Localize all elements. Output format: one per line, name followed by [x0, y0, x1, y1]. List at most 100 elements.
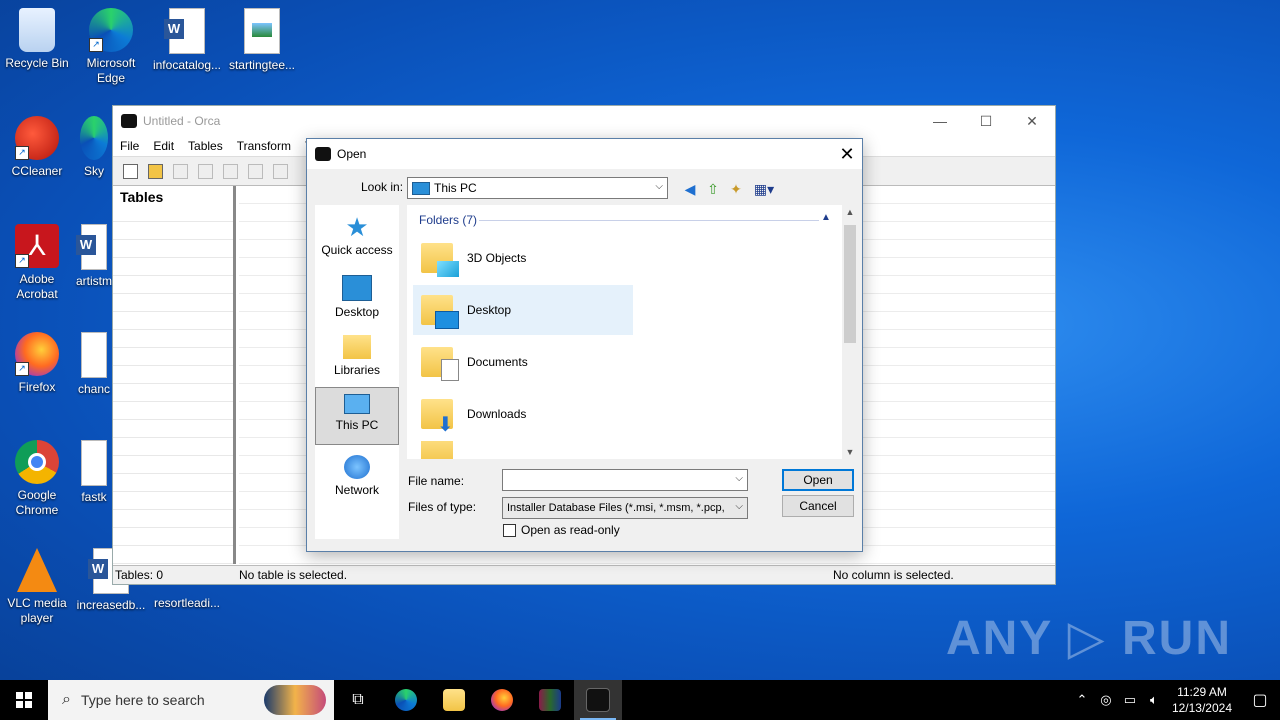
taskbar-search-box[interactable]: ⌕ Type here to search [48, 680, 334, 720]
cut-icon[interactable] [198, 163, 213, 179]
desktop-icon-chrome[interactable]: Google Chrome [0, 440, 74, 518]
back-icon[interactable]: ◀ [681, 180, 699, 198]
shortcut-arrow-icon: ↗ [89, 38, 103, 52]
file-list-scrollbar[interactable]: ▲ ▼ [842, 205, 858, 459]
network-icon [344, 455, 370, 479]
edge-icon [395, 689, 417, 711]
copy-icon[interactable] [223, 163, 238, 179]
place-quick-access[interactable]: ★ Quick access [315, 214, 399, 257]
computer-icon [344, 394, 370, 414]
place-network[interactable]: Network [315, 455, 399, 497]
close-icon: ✕ [839, 144, 855, 164]
open-button[interactable]: Open [782, 469, 854, 491]
desktop-icon-artistm[interactable]: W artistm [74, 224, 114, 289]
scroll-thumb[interactable] [844, 225, 856, 343]
save-icon[interactable] [173, 163, 188, 179]
new-icon[interactable] [123, 163, 138, 179]
word-document-icon: W [164, 8, 205, 54]
desktop-icon-label: artistm [76, 274, 112, 288]
desktop-icon-firefox[interactable]: ↗ Firefox [0, 332, 74, 395]
menu-transform[interactable]: Transform [237, 139, 291, 153]
desktop-icon-label: CCleaner [11, 164, 63, 178]
scroll-down-icon[interactable]: ▼ [842, 447, 858, 457]
look-in-combo[interactable]: This PC ⌵ [407, 177, 668, 199]
notification-icon[interactable]: ▢ [1240, 690, 1280, 710]
place-libraries[interactable]: Libraries [315, 335, 399, 377]
folder-item-partial[interactable] [413, 441, 633, 459]
chevron-up-icon[interactable]: ▲ [821, 212, 831, 223]
start-button[interactable] [0, 680, 48, 720]
open-read-only-checkbox[interactable]: Open as read-only [503, 523, 620, 537]
recycle-bin-icon [19, 8, 55, 52]
menu-tables[interactable]: Tables [188, 139, 223, 153]
tables-pane[interactable]: Tables [113, 186, 236, 564]
folder-3d-objects-icon [421, 243, 459, 277]
volume-icon[interactable]: 🔈︎ [1142, 692, 1166, 708]
tools-icon[interactable] [273, 163, 288, 179]
image-file-icon [81, 440, 107, 486]
edge-icon: ↗ [89, 8, 133, 52]
desktop-icon-chanc[interactable]: chanc [74, 332, 114, 397]
desktop-icon-fastk[interactable]: fastk [74, 440, 114, 505]
taskbar-edge[interactable] [382, 680, 430, 720]
desktop-icon-edge[interactable]: ↗ Microsoft Edge [74, 8, 148, 86]
desktop-icon-startingtee[interactable]: startingtee... [225, 8, 299, 73]
system-tray: ⌃ ◎ ▭ 🔈︎ 11:29 AM 12/13/2024 ▢ [1070, 680, 1280, 720]
dialog-close-button[interactable]: ✕ [832, 139, 862, 169]
meet-now-icon[interactable]: ◎ [1094, 692, 1118, 708]
minimize-button[interactable]: — [917, 106, 963, 136]
folder-item-documents[interactable]: Documents [413, 337, 633, 387]
chevron-down-icon[interactable]: ⌵ [735, 473, 743, 484]
files-of-type-select[interactable]: Installer Database Files (*.msi, *.msm, … [502, 497, 748, 519]
desktop-icon-vlc[interactable]: VLC media player [0, 548, 74, 626]
desktop-icon-acrobat[interactable]: ⅄ ↗ Adobe Acrobat [0, 224, 74, 302]
search-icon: ⌕ [62, 691, 71, 708]
clock[interactable]: 11:29 AM 12/13/2024 [1172, 684, 1232, 716]
desktop-icon-ccleaner[interactable]: ↗ CCleaner [0, 116, 74, 179]
cancel-button[interactable]: Cancel [782, 495, 854, 517]
file-name-input[interactable]: ⌵ [502, 469, 748, 491]
desktop-icon-infocatalog[interactable]: W infocatalog... [150, 8, 224, 73]
task-view-button[interactable]: ⧉ [334, 680, 382, 720]
up-folder-icon[interactable]: ⇧ [704, 180, 722, 198]
folder-item-desktop[interactable]: Desktop [413, 285, 633, 335]
desktop-icon-label: Microsoft Edge [86, 56, 136, 85]
close-button[interactable]: ✕ [1009, 106, 1055, 136]
menu-file[interactable]: File [120, 139, 139, 153]
orca-titlebar[interactable]: Untitled - Orca [113, 106, 1055, 136]
desktop-icon-label: Adobe Acrobat [16, 272, 58, 301]
desktop-icon-recycle-bin[interactable]: Recycle Bin [0, 8, 74, 71]
chevron-down-icon[interactable]: ⌵ [735, 501, 743, 512]
desktop-icon-sky[interactable]: Sky [74, 116, 114, 179]
taskbar-firefox[interactable] [478, 680, 526, 720]
search-highlight-image [264, 685, 326, 715]
chevron-up-icon[interactable]: ⌃ [1070, 692, 1094, 708]
clock-date: 12/13/2024 [1171, 701, 1232, 715]
desktop-icon-label: Google Chrome [15, 488, 59, 517]
taskbar-orca[interactable] [574, 680, 622, 720]
desktop-icon-label: Firefox [18, 380, 56, 394]
file-list[interactable]: Folders (7) ▲ 3D Objects Desktop Documen… [407, 205, 843, 459]
folder-icon [421, 441, 453, 459]
open-folder-icon[interactable] [148, 163, 163, 179]
folder-item-downloads[interactable]: ⬇ Downloads [413, 389, 633, 439]
maximize-button[interactable]: ☐ [963, 106, 1009, 136]
close-icon: ✕ [1026, 113, 1038, 129]
status-tables-count: Tables: 0 [115, 568, 164, 582]
place-desktop[interactable]: Desktop [315, 275, 399, 319]
new-folder-icon[interactable]: ✦ [727, 180, 745, 198]
taskbar-file-explorer[interactable] [430, 680, 478, 720]
view-menu-icon[interactable]: ▦▾ [751, 180, 777, 198]
scroll-up-icon[interactable]: ▲ [842, 207, 858, 217]
orca-title: Untitled - Orca [143, 114, 221, 128]
taskbar-winrar[interactable] [526, 680, 574, 720]
checkbox-box[interactable] [503, 523, 516, 537]
menu-edit[interactable]: Edit [153, 139, 174, 153]
paste-icon[interactable] [248, 163, 263, 179]
network-icon[interactable]: ▭ [1118, 692, 1142, 708]
orca-app-icon [315, 147, 331, 161]
folder-item-3d-objects[interactable]: 3D Objects [413, 233, 633, 283]
place-this-pc[interactable]: This PC [315, 387, 399, 445]
folders-group-header[interactable]: Folders (7) [419, 213, 477, 227]
dialog-titlebar[interactable]: Open [307, 139, 862, 169]
